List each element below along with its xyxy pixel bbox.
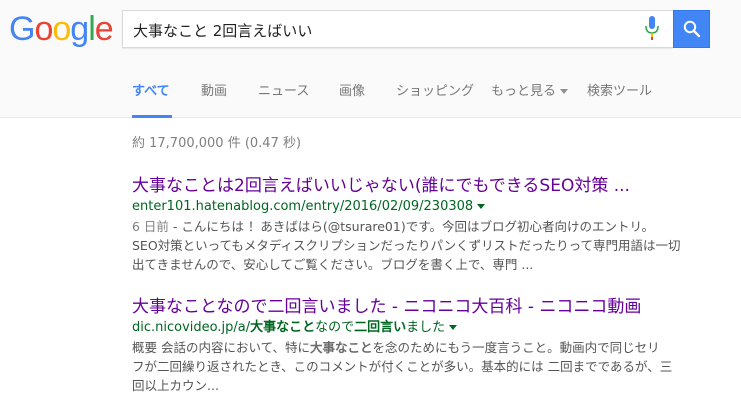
header: Google すべて 動画 ニュース 画像 ショッピング もっと見る 検索ツール [0, 0, 741, 118]
result-url-highlight: 二回言い [354, 320, 407, 335]
result-stats: 約 17,700,000 件 (0.47 秒) [132, 136, 302, 151]
snippet-line: 回以上カウン... [132, 378, 219, 393]
logo-letter: G [9, 10, 35, 48]
snippet-highlight: 大事なこと [309, 340, 373, 355]
result-title-link[interactable]: 大事なことは2回言えばいいじゃない(誰にでもできるSEO対策 ... [132, 175, 732, 197]
result-snippet: 6 日前 - こんにちは ！あきばはら(@tsurare01)です。今回はブログ… [132, 217, 732, 274]
logo-letter: e [94, 10, 114, 48]
result-snippet: 概要 会話の内容において、特に大事なことを念のためにもう一度言うこと。動画内で同… [132, 338, 732, 395]
search-input[interactable] [133, 19, 633, 41]
logo-letter: o [52, 10, 71, 48]
tab-search-tools[interactable]: 検索ツール [587, 80, 652, 118]
result-url: enter101.hatenablog.com/entry/2016/02/09… [132, 198, 732, 216]
snippet-line: - こんにちは ！あきばはら(@tsurare01)です。今回はブログ初心者向け… [168, 219, 654, 234]
tab-videos[interactable]: 動画 [201, 80, 227, 118]
logo-letter: g [70, 10, 89, 48]
snippet-line: 出てきませんので、安心してご覧ください。ブログを書く上で、専門 ... [132, 257, 534, 272]
search-icon [683, 20, 701, 38]
tab-all[interactable]: すべて [132, 80, 172, 118]
chevron-down-icon[interactable] [449, 325, 458, 330]
tab-news[interactable]: ニュース [258, 80, 309, 118]
snippet-line: フが二回繰り返されたとき、このコメントが付くことが多い。基本的には 二回までであ… [132, 359, 673, 374]
google-logo[interactable]: Google [9, 9, 114, 49]
result-url-highlight: 大事なこと [250, 320, 316, 335]
tab-label: ショッピング [396, 84, 475, 99]
result-url-text: なので [315, 320, 355, 335]
result-url-text: dic.nicovideo.jp/a/ [132, 320, 251, 335]
result-url-text: enter101.hatenablog.com/entry/2016/02/09… [132, 199, 474, 214]
snippet-line: 概要 会話の内容において、特に [132, 340, 310, 355]
chevron-down-icon [560, 89, 569, 94]
tab-label: もっと見る [491, 84, 557, 99]
result-title-link[interactable]: 大事なことなので二回言いました - ニコニコ大百科 - ニコニコ動画 [132, 296, 732, 318]
tab-shopping[interactable]: ショッピング [396, 80, 474, 118]
result-date: 6 日前 [132, 219, 169, 234]
tab-label: 動画 [201, 84, 228, 99]
tab-label: ニュース [258, 84, 310, 99]
search-result: 大事なことなので二回言いました - ニコニコ大百科 - ニコニコ動画 dic.n… [132, 296, 732, 395]
tab-label: 画像 [339, 84, 366, 99]
result-url-text: ました [406, 320, 446, 335]
tab-more[interactable]: もっと見る [491, 80, 569, 118]
search-result: 大事なことは2回言えばいいじゃない(誰にでもできるSEO対策 ... enter… [132, 175, 732, 274]
tab-label: 検索ツール [587, 84, 653, 99]
chevron-down-icon[interactable] [477, 204, 486, 209]
snippet-line: を念のためにもう一度言うこと。動画内で同じセリ [372, 340, 660, 355]
microphone-icon[interactable] [644, 16, 660, 42]
result-url: dic.nicovideo.jp/a/大事なことなので二回言いました [132, 319, 732, 337]
tab-images[interactable]: 画像 [339, 80, 365, 118]
snippet-line: SEO対策といってもメタディスクリプションだったりパンくずリストだったりって専門… [132, 238, 681, 253]
search-button[interactable] [673, 10, 710, 48]
search-box [122, 10, 673, 48]
logo-letter: o [34, 10, 53, 48]
tab-label: すべて [132, 84, 170, 99]
search-tabs: すべて 動画 ニュース 画像 ショッピング もっと見る 検索ツール [0, 74, 741, 118]
